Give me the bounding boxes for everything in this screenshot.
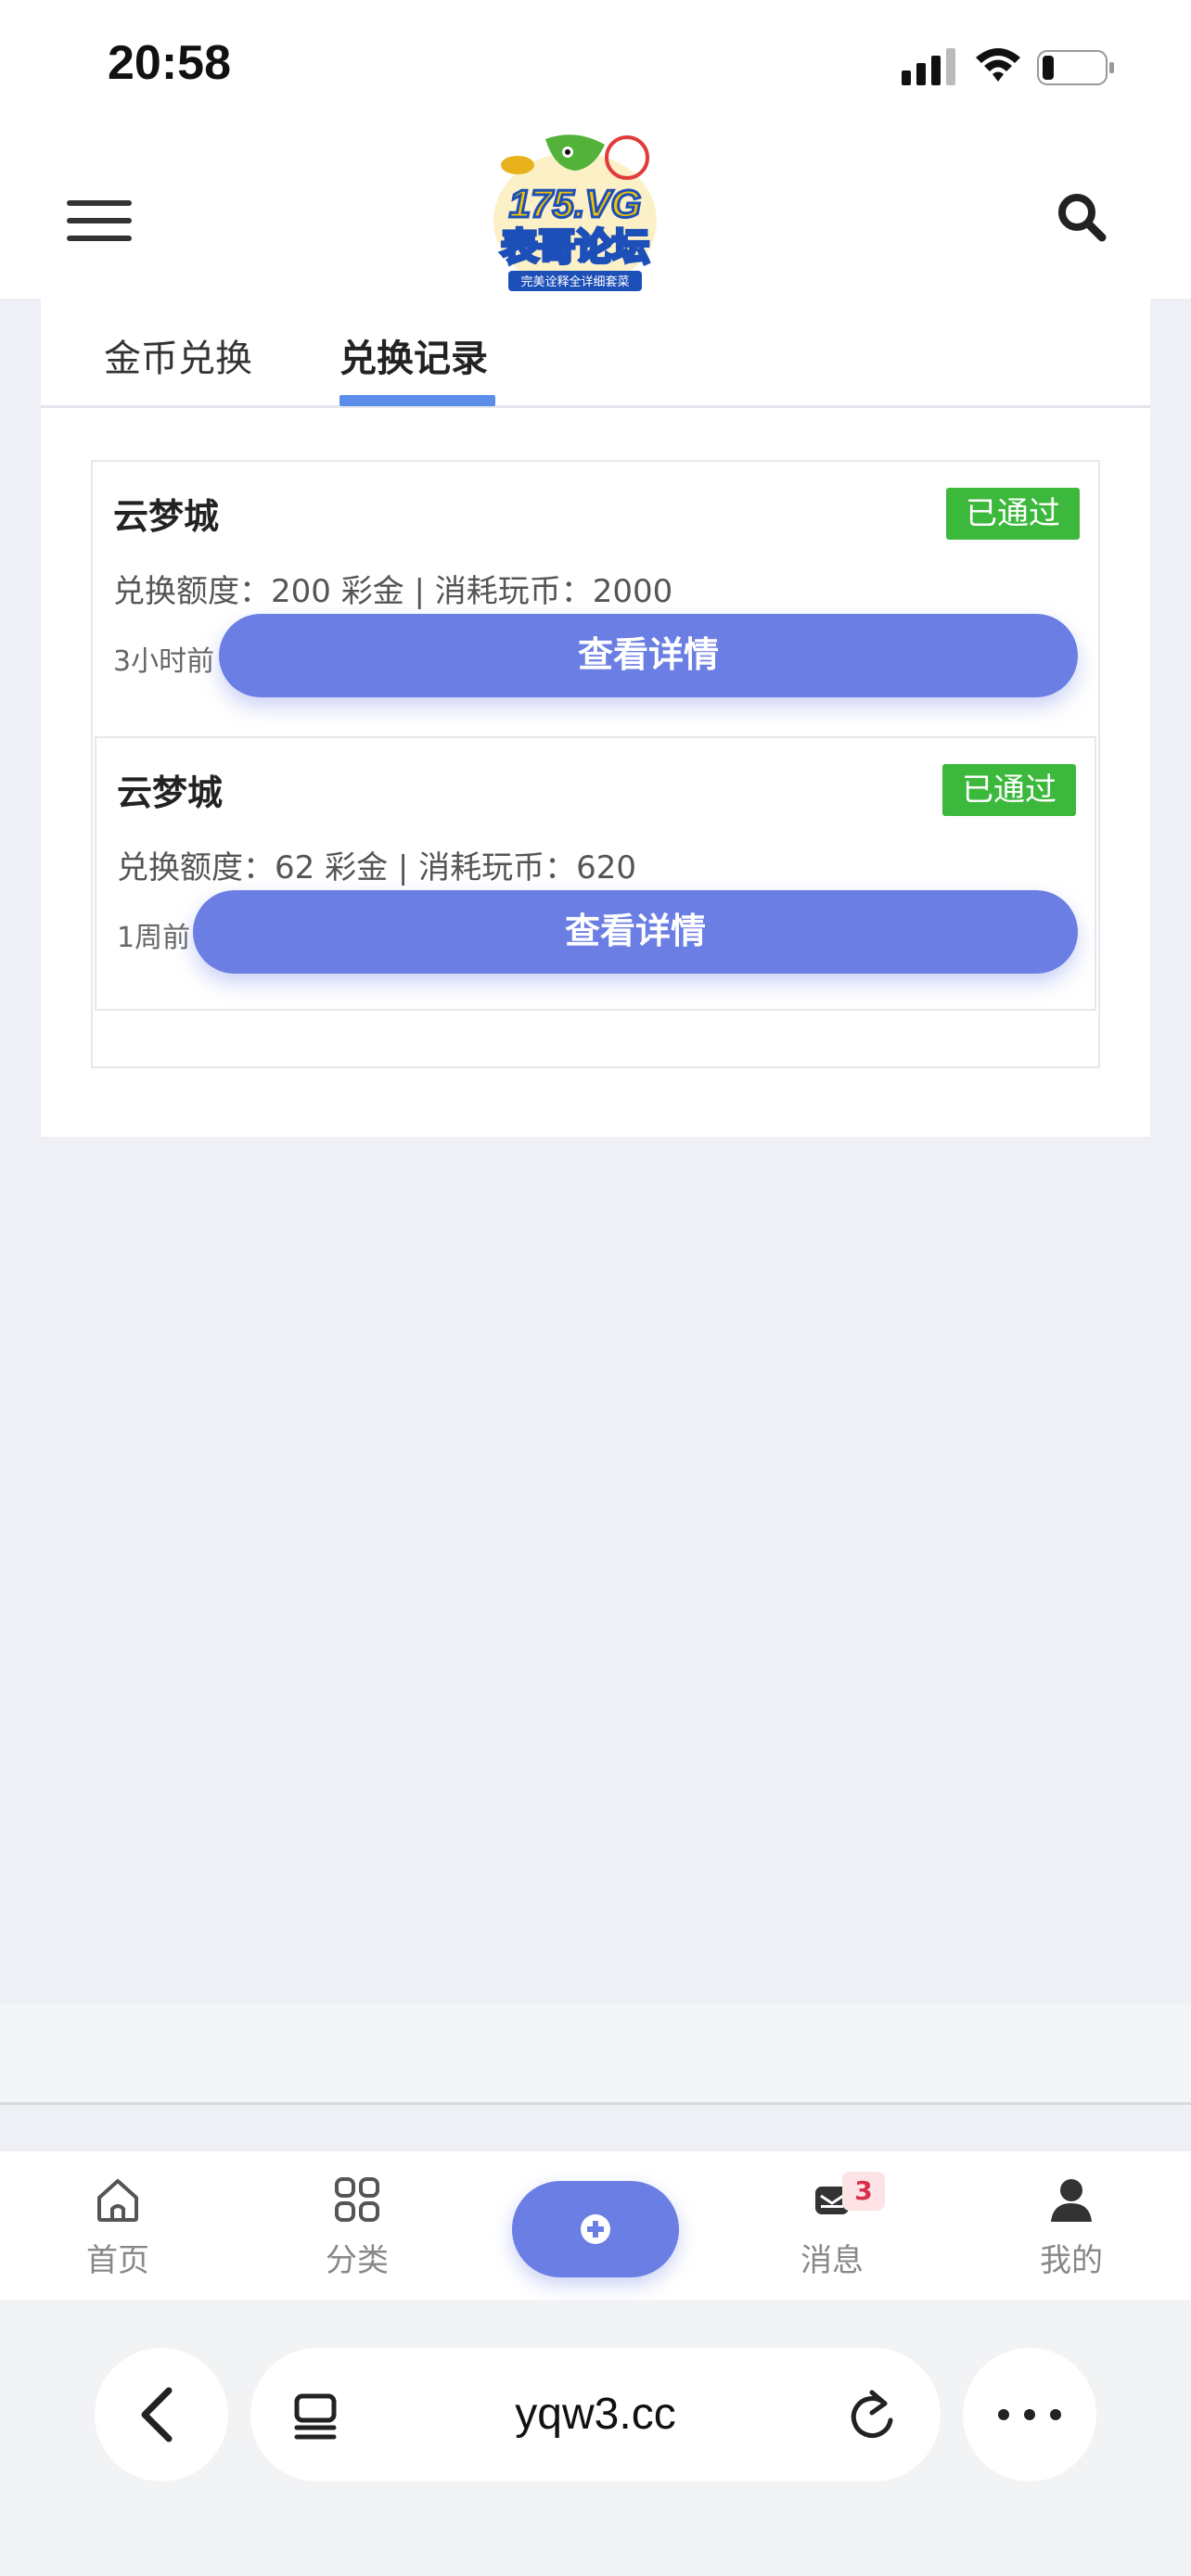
record-detail: 兑换额度：200 彩金 | 消耗玩币：2000 xyxy=(113,573,673,610)
status-bar: 20:58 xyxy=(0,0,1191,132)
record-detail: 兑换额度：62 彩金 | 消耗玩币：620 xyxy=(117,849,637,886)
tab-coin-exchange[interactable]: 金币兑换 xyxy=(104,328,252,382)
record-time: 3小时前 xyxy=(113,645,215,678)
list-item: 云梦城 已通过 兑换额度：62 彩金 | 消耗玩币：620 1周前 查看详情 xyxy=(95,736,1096,1011)
battery-icon xyxy=(1037,50,1114,85)
nav-home-label: 首页 xyxy=(86,2242,149,2279)
view-details-button[interactable]: 查看详情 xyxy=(219,614,1078,697)
status-badge: 已通过 xyxy=(942,764,1076,816)
record-name: 云梦城 xyxy=(117,772,224,813)
browser-toolbar: yqw3.cc xyxy=(0,2300,1191,2576)
svg-text:175.VG: 175.VG xyxy=(509,182,641,225)
cellular-signal-icon xyxy=(902,48,955,85)
active-tab-indicator xyxy=(339,395,495,406)
site-header: 175.VG 表哥论坛 完美诠释全详细套菜 xyxy=(0,132,1191,299)
plus-circle-icon xyxy=(581,2214,610,2244)
site-logo[interactable]: 175.VG 表哥论坛 完美诠释全详细套菜 xyxy=(490,132,660,299)
url-text: yqw3.cc xyxy=(515,2390,676,2439)
more-icon xyxy=(998,2409,1061,2420)
status-badge: 已通过 xyxy=(946,488,1080,540)
nav-messages-label: 消息 xyxy=(800,2242,864,2279)
chevron-left-icon xyxy=(141,2387,173,2442)
address-bar[interactable]: yqw3.cc xyxy=(250,2348,941,2481)
browser-more-button[interactable] xyxy=(963,2348,1096,2481)
search-icon[interactable] xyxy=(1054,189,1109,245)
nav-category[interactable]: 分类 xyxy=(288,2174,427,2280)
record-list: 云梦城 已通过 兑换额度：200 彩金 | 消耗玩币：2000 3小时前 查看详… xyxy=(91,460,1100,1068)
svg-text:表哥论坛: 表哥论坛 xyxy=(501,226,649,269)
browser-back-button[interactable] xyxy=(95,2348,228,2481)
post-button[interactable] xyxy=(512,2181,679,2277)
nav-home[interactable]: 首页 xyxy=(48,2174,187,2280)
grid-icon xyxy=(335,2177,379,2222)
nav-category-label: 分类 xyxy=(326,2242,389,2279)
exchange-card: 金币兑换 兑换记录 云梦城 已通过 兑换额度：200 彩金 | 消耗玩币：200… xyxy=(41,299,1150,1137)
user-icon xyxy=(1051,2179,1092,2222)
record-name: 云梦城 xyxy=(113,496,220,537)
record-time: 1周前 xyxy=(117,922,191,954)
nav-mine-label: 我的 xyxy=(1040,2242,1103,2279)
home-icon xyxy=(97,2179,138,2222)
menu-icon[interactable] xyxy=(67,200,132,241)
nav-messages[interactable]: 3 消息 xyxy=(762,2172,902,2280)
tab-bar: 金币兑换 兑换记录 xyxy=(41,299,1150,408)
messages-badge: 3 xyxy=(842,2172,885,2211)
wifi-icon xyxy=(976,48,1020,82)
nav-mine[interactable]: 我的 xyxy=(1002,2174,1141,2280)
footer-strip xyxy=(0,2005,1191,2105)
status-time: 20:58 xyxy=(108,36,231,90)
list-item: 云梦城 已通过 兑换额度：200 彩金 | 消耗玩币：2000 3小时前 查看详… xyxy=(93,462,1098,736)
reload-icon[interactable] xyxy=(848,2389,900,2442)
tab-exchange-records[interactable]: 兑换记录 xyxy=(339,328,488,382)
view-details-button[interactable]: 查看详情 xyxy=(193,890,1078,974)
svg-text:完美诠释全详细套菜: 完美诠释全详细套菜 xyxy=(520,274,629,289)
bottom-nav: 首页 分类 3 消息 我的 xyxy=(0,2151,1191,2300)
